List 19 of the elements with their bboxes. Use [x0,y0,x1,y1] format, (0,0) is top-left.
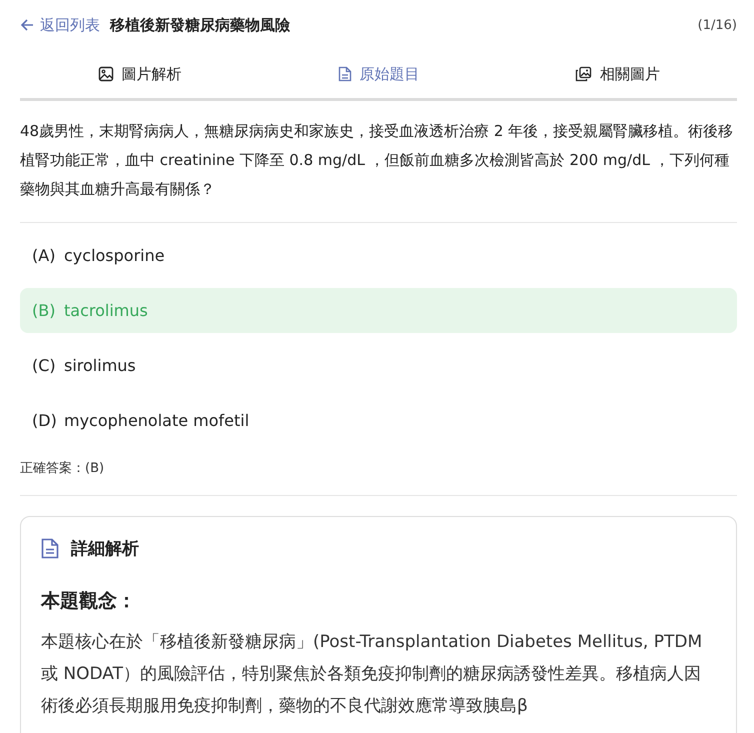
section-heading: 本題觀念： [41,589,137,614]
answer-option[interactable]: (A) cyclosporine [20,233,737,278]
tab[interactable]: 圖片解析 [20,50,259,98]
tab[interactable]: 相關圖片 [498,50,737,98]
tab[interactable]: 原始題目 [259,50,498,98]
correct-answer: 正確答案：(B) [20,460,106,477]
back-arrow-icon [20,18,34,32]
images-icon [575,66,592,82]
document-icon [41,538,59,559]
explanation-paragraph: 本題核心在於「移植後新發糖尿病」(Post-Transplantation Diabetes Mellitus, PTDM 或 NODAT）的風險評估，特別聚焦於各類免疫抑制劑的糖尿病誘發性差異。移植病人因術後必須長期服用免疫抑制劑，藥物的不良代謝效應常導致胰島β [41,631,704,718]
explanation-title: 詳細解析 [71,538,139,560]
back-link[interactable]: 返回列表 [20,16,100,34]
question-counter: (1/16) [698,18,737,32]
question-text: 48歲男性，末期腎病病人，無糖尿病病史和家族史，接受血液透析治療 2 年後，接受親屬腎臟移植。術後移植腎功能正常，血中 creatinine 下降至 0.8 mg/dL ，但飯前血糖多次檢測皆高於 200 mg/dL ，下列何種藥物與其血糖升高最有關係？ [20,121,734,200]
document-icon [338,66,352,82]
page-title: 移植後新發糖尿病藥物風險 [110,16,291,34]
answer-option[interactable]: (D) mycophenolate mofetil [20,398,737,443]
image-icon [98,66,114,82]
answer-option[interactable]: (C) sirolimus [20,343,737,388]
